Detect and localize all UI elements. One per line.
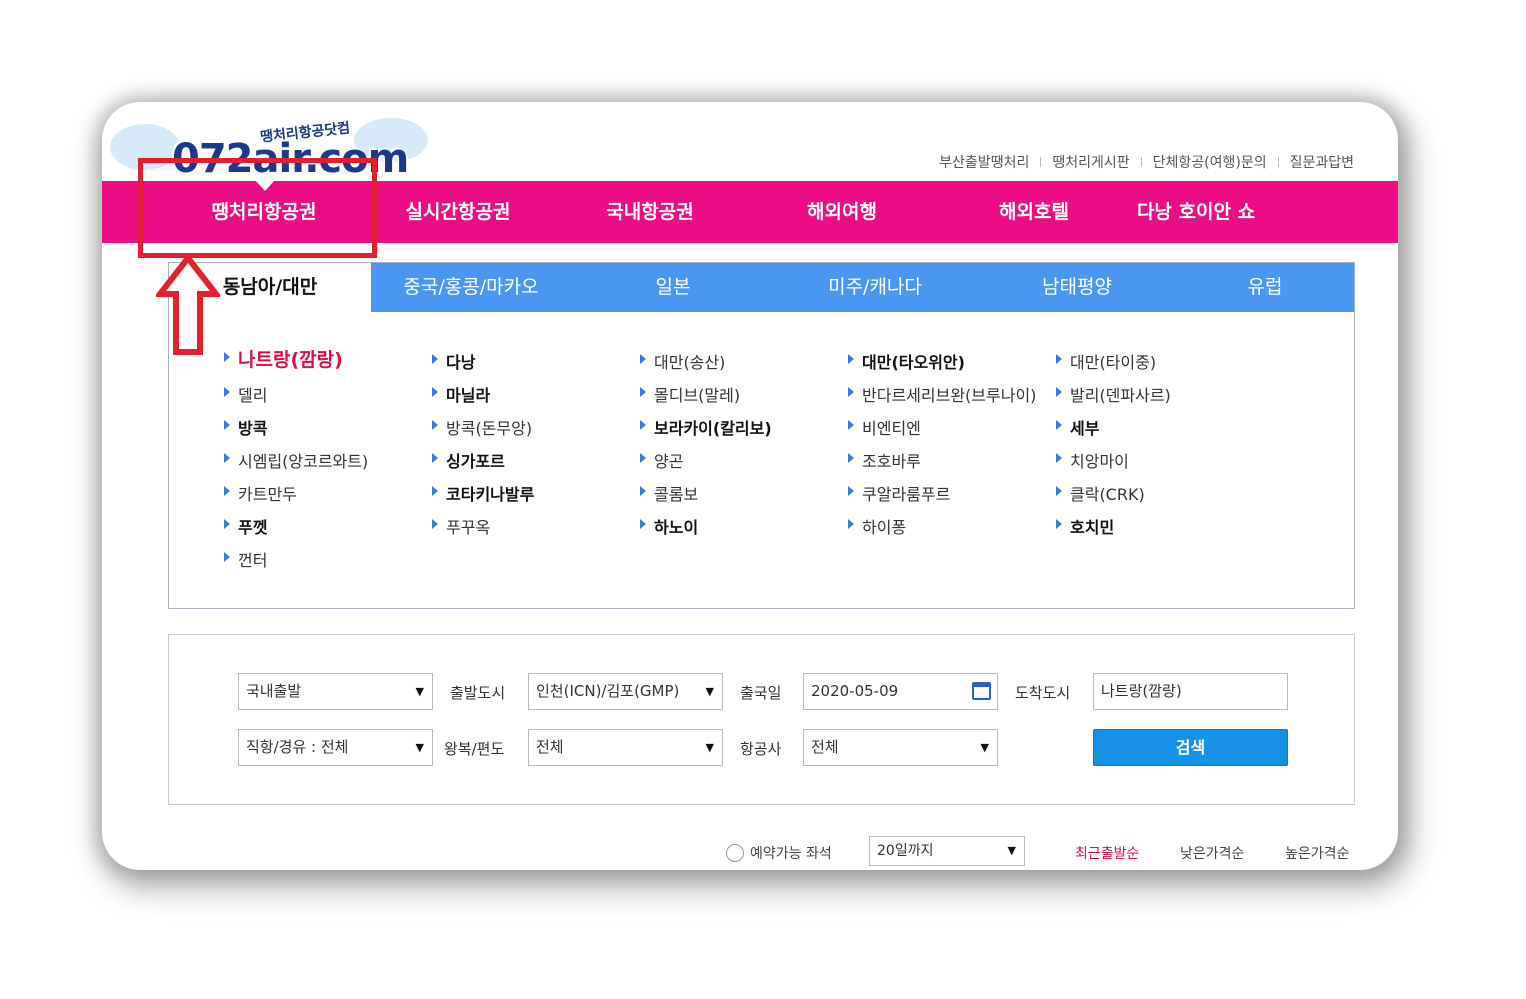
dest-link[interactable]: 조호바루 [848, 448, 921, 472]
dest-link[interactable]: 싱가포르 [432, 448, 505, 472]
dest-link[interactable]: 대만(타오위안) [848, 349, 965, 373]
trip-label: 왕복/편도 [444, 740, 505, 758]
annotation-highlight-box [138, 158, 377, 258]
dest-link[interactable]: 방콕(돈무앙) [432, 415, 532, 439]
available-seats-label: 예약가능 좌석 [750, 846, 832, 862]
search-button[interactable]: 검색 [1093, 729, 1288, 766]
arrival-city-value: 나트랑(깜랑) [1101, 682, 1182, 700]
sort-low-price[interactable]: 낮은가격순 [1180, 843, 1244, 863]
departure-city-label: 출발도시 [450, 684, 506, 702]
dest-link[interactable]: 비엔티엔 [848, 415, 921, 439]
sort-recent[interactable]: 최근출발순 [1075, 843, 1139, 863]
sort-high-price[interactable]: 높은가격순 [1285, 843, 1349, 863]
tab-europe[interactable]: 유럽 [1169, 263, 1361, 312]
dest-link[interactable]: 대만(송산) [640, 349, 725, 373]
top-menu-board[interactable]: 땡처리게시판 [1052, 152, 1129, 172]
airline-select[interactable]: 전체 ▼ [803, 729, 998, 766]
dest-link[interactable]: 클락(CRK) [1056, 481, 1145, 505]
dest-link[interactable]: 콜롬보 [640, 481, 698, 505]
nav-item-danang-show[interactable]: 다낭 호이안 쇼 [1116, 181, 1276, 243]
arrival-city-label: 도착도시 [1015, 684, 1071, 702]
tab-japan[interactable]: 일본 [573, 263, 773, 312]
divider [1140, 157, 1142, 167]
dest-link[interactable]: 발리(덴파사르) [1056, 382, 1171, 406]
nav-item-domestic[interactable]: 국내항공권 [570, 181, 730, 243]
period-select[interactable]: 20일까지 ▼ [869, 836, 1025, 866]
dest-link[interactable]: 마닐라 [432, 382, 490, 406]
departure-type-select[interactable]: 국내출발 ▼ [238, 673, 433, 710]
dest-link[interactable]: 반다르세리브완(브루나이) [848, 382, 1036, 406]
chevron-down-icon: ▼ [705, 741, 714, 754]
dest-link[interactable]: 대만(타이중) [1056, 349, 1156, 373]
top-menu-group-inquiry[interactable]: 단체항공(여행)문의 [1153, 152, 1267, 172]
dest-link[interactable]: 몰디브(말레) [640, 382, 740, 406]
trip-select[interactable]: 전체 ▼ [528, 729, 723, 766]
dest-link[interactable]: 하노이 [640, 514, 698, 538]
dest-link[interactable]: 껀터 [224, 547, 267, 571]
departure-date-value: 2020-05-09 [811, 682, 899, 700]
airline-label: 항공사 [740, 740, 782, 758]
dest-link[interactable]: 시엠립(앙코르와트) [224, 448, 368, 472]
top-menu-qna[interactable]: 질문과답변 [1290, 152, 1354, 172]
dest-link[interactable]: 푸껫 [224, 514, 267, 538]
chevron-down-icon: ▼ [415, 741, 424, 754]
dest-link[interactable]: 카트만두 [224, 481, 297, 505]
dest-link[interactable]: 코타키나발루 [432, 481, 534, 505]
nav-item-realtime[interactable]: 실시간항공권 [378, 181, 538, 243]
dest-link[interactable]: 양곤 [640, 448, 683, 472]
dest-link[interactable]: 보라카이(칼리보) [640, 415, 772, 439]
period-value: 20일까지 [877, 843, 934, 859]
departure-city-value: 인천(ICN)/김포(GMP) [536, 682, 680, 700]
dest-link[interactable]: 나트랑(깜랑) [224, 345, 343, 372]
chevron-down-icon: ▼ [1007, 844, 1016, 857]
departure-date-field[interactable]: 2020-05-09 [803, 673, 998, 710]
departure-type-value: 국내출발 [246, 682, 302, 700]
nav-item-overseas-hotel[interactable]: 해외호텔 [954, 181, 1114, 243]
dest-link[interactable]: 쿠알라룸푸르 [848, 481, 950, 505]
flight-search-panel: 국내출발 ▼ 출발도시 인천(ICN)/김포(GMP) ▼ 출국일 2020-0… [168, 634, 1355, 805]
airline-value: 전체 [811, 738, 839, 756]
dest-link[interactable]: 델리 [224, 382, 267, 406]
dest-link[interactable]: 세부 [1056, 415, 1099, 439]
chevron-down-icon: ▼ [980, 741, 989, 754]
divider [1277, 157, 1279, 167]
region-panel: 동남아/대만 중국/홍콩/마카오 일본 미주/캐나다 남태평양 유럽 나트랑(깜… [168, 262, 1355, 609]
departure-city-select[interactable]: 인천(ICN)/김포(GMP) ▼ [528, 673, 723, 710]
divider [1040, 157, 1042, 167]
arrival-city-field[interactable]: 나트랑(깜랑) [1093, 673, 1288, 710]
page-card: 땡처리항공닷컴 072air.com 부산출발땡처리 땡처리게시판 단체항공(여… [102, 102, 1398, 870]
top-menu-busan[interactable]: 부산출발땡처리 [939, 152, 1029, 172]
dest-link[interactable]: 치앙마이 [1056, 448, 1129, 472]
trip-value: 전체 [536, 738, 564, 756]
chevron-down-icon: ▼ [705, 685, 714, 698]
region-tabs: 동남아/대만 중국/홍콩/마카오 일본 미주/캐나다 남태평양 유럽 [169, 263, 1354, 312]
nav-item-overseas-travel[interactable]: 해외여행 [762, 181, 922, 243]
route-type-select[interactable]: 직항/경유 : 전체 ▼ [238, 729, 433, 766]
tab-south-pacific[interactable]: 남태평양 [977, 263, 1177, 312]
route-type-value: 직항/경유 : 전체 [246, 738, 349, 756]
up-arrow-icon [156, 254, 220, 355]
tab-americas[interactable]: 미주/캐나다 [775, 263, 975, 312]
calendar-icon[interactable] [972, 682, 991, 700]
available-seats-radio[interactable] [726, 844, 744, 862]
dest-link[interactable]: 푸꾸옥 [432, 514, 490, 538]
dest-link[interactable]: 하이퐁 [848, 514, 906, 538]
chevron-down-icon: ▼ [415, 685, 424, 698]
tab-china[interactable]: 중국/홍콩/마카오 [371, 263, 571, 312]
dest-link[interactable]: 방콕 [224, 415, 267, 439]
dest-link[interactable]: 호치민 [1056, 514, 1114, 538]
date-label: 출국일 [740, 684, 782, 702]
dest-link[interactable]: 다낭 [432, 349, 475, 373]
top-utility-menu: 부산출발땡처리 땡처리게시판 단체항공(여행)문의 질문과답변 [939, 152, 1354, 172]
